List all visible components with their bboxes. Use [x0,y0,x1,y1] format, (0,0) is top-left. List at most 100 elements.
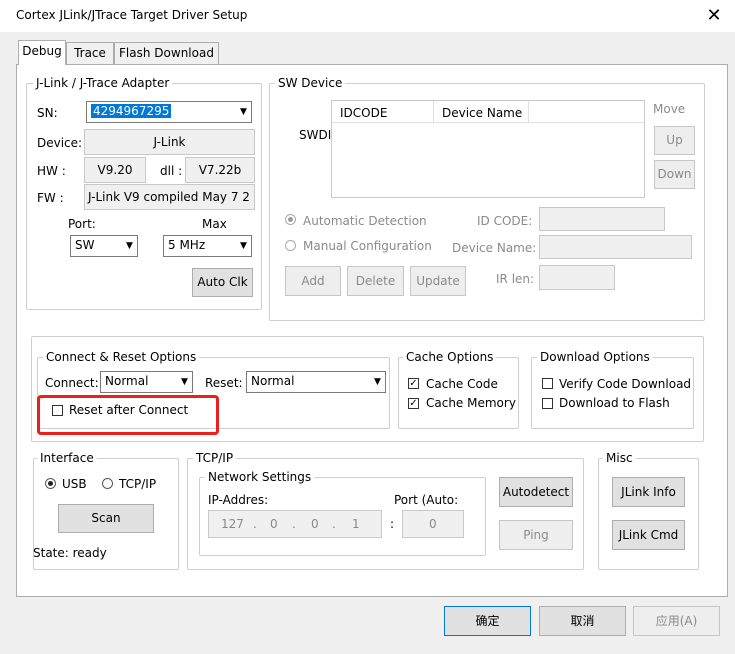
max-label: Max [202,217,227,231]
col-divider [528,101,529,123]
swdi-label: SWDI [299,128,332,142]
col-divider [433,101,434,123]
delete-button[interactable]: Delete [347,266,404,296]
tab-trace[interactable]: Trace [66,42,114,64]
max-select[interactable]: 5 MHz ▼ [163,235,252,257]
network-settings-title: Network Settings [205,470,315,484]
chevron-down-icon: ▼ [235,102,251,122]
port-auto-label: Port (Auto: [394,493,459,507]
tcpip-radio[interactable] [102,478,113,489]
connect-label: Connect: [45,376,99,390]
id-code-label: ID CODE: [477,214,533,228]
tcpip-title: TCP/IP [193,451,237,465]
download-to-flash-checkbox[interactable] [542,398,553,409]
cache-code-checkbox[interactable]: ✓ [408,378,419,389]
dll-label: dll : [160,164,183,178]
download-to-flash-label: Download to Flash [559,396,670,410]
down-button[interactable]: Down [654,160,695,189]
ip-octet-1: 127 [221,517,244,531]
max-value: 5 MHz [168,238,206,252]
hw-label: HW : [37,164,66,178]
state-text: State: ready [33,546,107,560]
fw-label: FW : [37,191,64,205]
window-title: Cortex JLink/JTrace Target Driver Setup [16,8,248,22]
automatic-detection-label: Automatic Detection [303,214,427,228]
port-label: Port: [68,217,96,231]
port-select[interactable]: SW ▼ [70,235,138,257]
device-name-input[interactable] [539,235,692,259]
usb-label: USB [62,477,87,491]
port-value: SW [75,238,95,252]
cancel-button[interactable]: 取消 [539,606,626,636]
ip-address-label: IP-Addres: [208,493,269,507]
close-icon[interactable]: ✕ [700,2,728,30]
chevron-down-icon: ▼ [369,372,385,392]
ip-dot: . [253,517,257,531]
download-options-title: Download Options [537,350,653,364]
highlight-annotation [37,395,219,435]
sn-select[interactable]: 4294967295 ▼ [86,101,252,123]
manual-configuration-label: Manual Configuration [303,239,432,253]
tcpip-label: TCP/IP [119,477,157,491]
chevron-down-icon: ▼ [176,372,192,392]
col-device-name[interactable]: Device Name [442,106,522,120]
usb-radio[interactable] [45,478,56,489]
ping-button[interactable]: Ping [499,520,573,550]
col-idcode[interactable]: IDCODE [340,106,387,120]
title-bar: Cortex JLink/JTrace Target Driver Setup … [0,0,735,32]
apply-button[interactable]: 应用(A) [633,606,720,636]
jlink-info-button[interactable]: JLink Info [612,477,685,507]
automatic-detection-radio[interactable] [285,214,296,225]
ip-address-input[interactable]: 127 . 0 . 0 . 1 [208,510,382,538]
port-value: 0 [429,517,437,531]
scan-button[interactable]: Scan [58,504,154,533]
cache-memory-checkbox[interactable]: ✓ [408,398,419,409]
update-button[interactable]: Update [410,266,466,296]
connect-reset-title: Connect & Reset Options [43,350,200,364]
hw-value: V9.20 [84,157,146,183]
verify-code-download-checkbox[interactable] [542,378,553,389]
manual-configuration-radio[interactable] [285,240,296,251]
ir-len-label: IR len: [496,272,535,286]
ok-button[interactable]: 确定 [444,606,531,636]
up-button[interactable]: Up [654,126,695,155]
fw-value: J-Link V9 compiled May 7 2 [84,184,255,210]
device-name-label: Device Name: [452,241,537,255]
ip-dot: . [332,517,336,531]
cache-options-title: Cache Options [403,350,497,364]
jlink-cmd-button[interactable]: JLink Cmd [612,520,685,550]
cache-options-group [398,357,519,429]
auto-clk-button[interactable]: Auto Clk [192,268,253,297]
ip-octet-4: 1 [352,517,360,531]
move-label: Move [653,102,686,116]
sw-device-list[interactable]: IDCODE Device Name [331,100,645,198]
connect-select[interactable]: Normal ▼ [100,371,193,393]
tab-debug[interactable]: Debug [18,40,66,65]
misc-group [598,458,699,570]
id-code-input[interactable] [539,207,665,231]
tab-flash-download[interactable]: Flash Download [114,42,219,64]
cache-code-label: Cache Code [426,377,498,391]
ip-octet-3: 0 [311,517,319,531]
chevron-down-icon: ▼ [235,236,251,256]
port-separator: : [390,517,395,531]
download-options-group [531,357,694,429]
sw-device-group-title: SW Device [275,76,346,90]
add-button[interactable]: Add [285,266,341,296]
adapter-group-title: J-Link / J-Trace Adapter [33,76,173,90]
ir-len-input[interactable] [539,265,615,290]
reset-select[interactable]: Normal ▼ [246,371,386,393]
autodetect-button[interactable]: Autodetect [499,477,573,507]
port-input[interactable]: 0 [402,510,464,538]
ip-dot: . [292,517,296,531]
verify-code-download-label: Verify Code Download [559,377,692,391]
dialog-window: Cortex JLink/JTrace Target Driver Setup … [0,0,735,654]
ip-octet-2: 0 [270,517,278,531]
misc-title: Misc [603,451,636,465]
device-label: Device: [37,136,83,150]
chevron-down-icon: ▼ [121,236,137,256]
connect-value: Normal [105,374,149,388]
sn-value: 4294967295 [91,104,172,118]
device-value: J-Link [84,129,255,155]
dll-value: V7.22b [185,157,255,183]
